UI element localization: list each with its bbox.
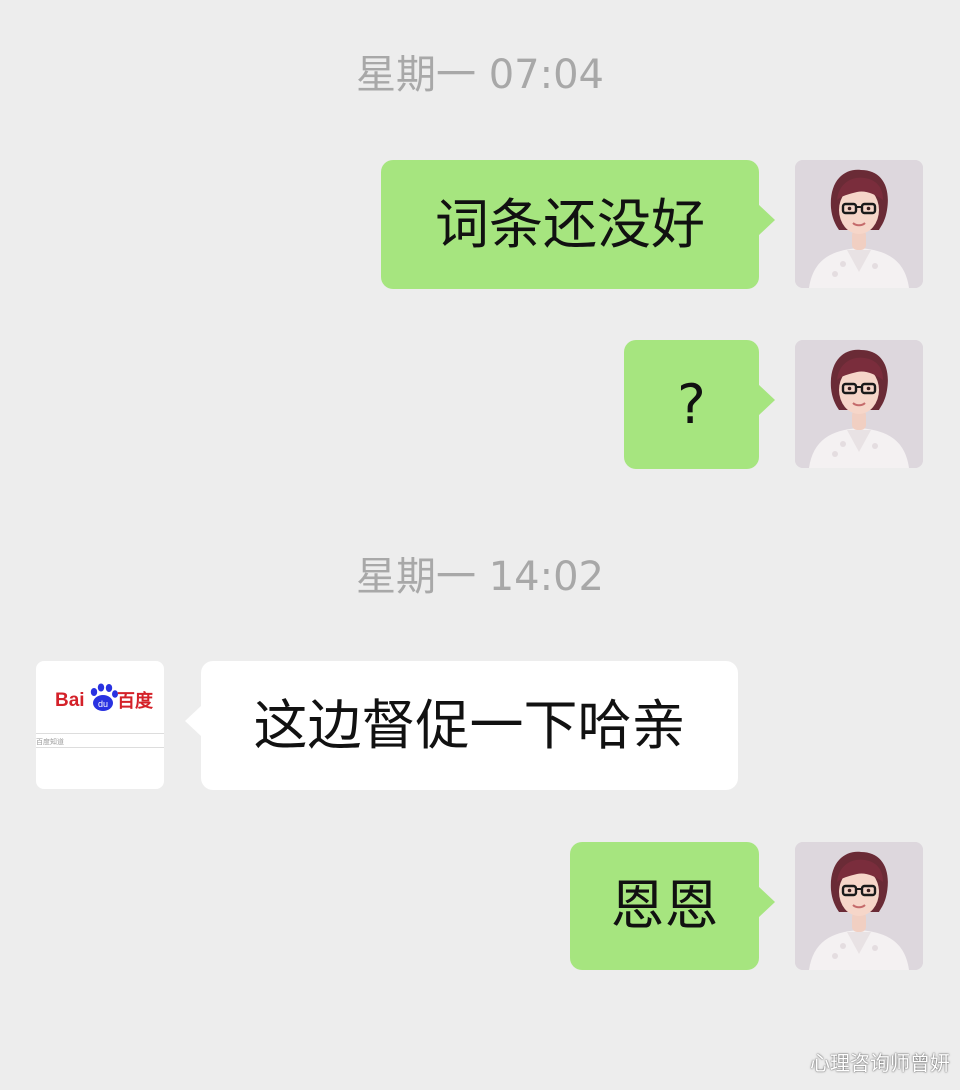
user-avatar[interactable] bbox=[795, 160, 923, 288]
user-avatar-image bbox=[795, 160, 923, 288]
message-text: 词条还没好 bbox=[435, 192, 705, 256]
baidu-logo-paw-text: du bbox=[98, 699, 108, 709]
baidu-logo: Bai du 百度 bbox=[55, 683, 154, 712]
user-avatar-image bbox=[795, 842, 923, 970]
message-text: ? bbox=[677, 372, 706, 436]
message-bubble-sent[interactable]: ? bbox=[624, 340, 775, 469]
message-bubble-received[interactable]: 这边督促一下哈亲 bbox=[185, 661, 738, 790]
baidu-divider bbox=[36, 747, 164, 748]
message-bubble-sent[interactable]: 恩恩 bbox=[570, 842, 775, 970]
user-avatar[interactable] bbox=[795, 340, 923, 468]
baidu-logo-prefix: Bai bbox=[55, 690, 85, 711]
timestamp-1: 星期一 07:04 bbox=[356, 52, 604, 98]
contact-avatar[interactable]: Bai du 百度 百度知道 bbox=[36, 661, 164, 789]
message-text: 恩恩 bbox=[610, 874, 719, 937]
user-avatar[interactable] bbox=[795, 842, 923, 970]
message-bubble-sent[interactable]: 词条还没好 bbox=[381, 160, 775, 289]
baidu-small-text: 百度知道 bbox=[36, 738, 64, 746]
timestamp-2: 星期一 14:02 bbox=[356, 554, 604, 600]
message-text: 这边督促一下哈亲 bbox=[253, 693, 686, 757]
watermark: 心理咨询师曾妍 bbox=[810, 1051, 950, 1075]
baidu-logo-suffix: 百度 bbox=[117, 690, 154, 712]
user-avatar-image bbox=[795, 340, 923, 468]
baidu-divider bbox=[36, 733, 164, 734]
